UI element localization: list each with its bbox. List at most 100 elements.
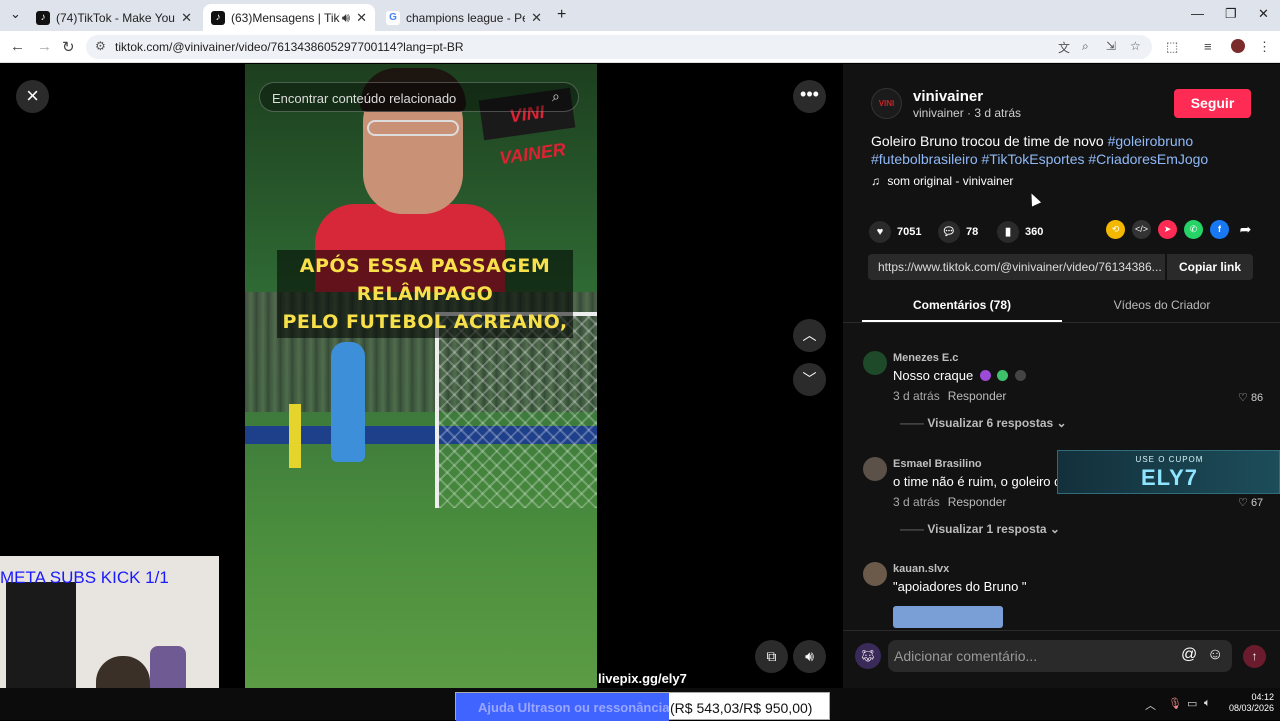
forward-icon[interactable]: →	[37, 38, 52, 55]
like-button[interactable]: ♥ 7051	[869, 221, 921, 243]
bookmark-star-icon[interactable]: ☆	[1130, 39, 1141, 53]
tab-comments[interactable]: Comentários (78)	[862, 291, 1062, 322]
share-icon[interactable]: ➦	[1236, 220, 1255, 239]
tab-creator-videos[interactable]: Vídeos do Criador	[1062, 291, 1262, 322]
emoji-icon[interactable]: ☺	[1207, 646, 1223, 664]
avatar[interactable]	[863, 457, 887, 481]
reply-button[interactable]: Responder	[948, 495, 1007, 509]
restore-icon[interactable]: ❐	[1225, 6, 1237, 22]
comment-sticker-image[interactable]	[893, 606, 1003, 628]
user-avatar[interactable]: 🐺︎	[855, 643, 881, 669]
close-tab-icon[interactable]: ✕	[356, 10, 367, 26]
author-name[interactable]: vinivainer	[913, 88, 983, 105]
send-comment-button[interactable]: ↑	[1243, 645, 1266, 668]
floating-player-icon[interactable]: ⧉	[755, 640, 788, 673]
video-player[interactable]: VINI VAINER APÓS ESSA PASSAGEM RELÂMPAGO…	[245, 64, 597, 688]
music-row[interactable]: ♫ som original - vinivainer	[871, 174, 1013, 188]
author-avatar[interactable]: VINI	[871, 88, 902, 119]
speaker-icon[interactable]: 🔈︎	[1204, 697, 1211, 710]
browser-tab-3[interactable]: G champions league - Pesquisa G ✕	[378, 4, 550, 31]
share-link-text: https://www.tiktok.com/@vinivainer/video…	[878, 260, 1162, 274]
site-info-icon[interactable]: ⚙	[95, 39, 106, 53]
chevron-down-icon: ⌄	[1049, 522, 1060, 536]
profile-avatar[interactable]	[1231, 39, 1245, 53]
url-text: tiktok.com/@vinivainer/video/76134386052…	[115, 40, 464, 54]
clock-date: 08/03/2026	[1228, 703, 1274, 713]
reply-button[interactable]: Responder	[948, 389, 1007, 403]
close-tab-icon[interactable]: ✕	[181, 10, 192, 26]
reload-icon[interactable]: ↻	[62, 38, 75, 56]
whatsapp-icon[interactable]: ✆	[1184, 220, 1203, 239]
tiktok-icon: ♪	[36, 10, 50, 25]
chevron-down-icon: ⌄	[1056, 416, 1067, 430]
back-icon[interactable]: ←	[10, 38, 25, 55]
tab-title: (74)TikTok - Make Your Day	[56, 10, 175, 25]
search-icon[interactable]: ⌕	[552, 88, 560, 105]
browser-tab-1[interactable]: ♪ (74)TikTok - Make Your Day ✕	[28, 4, 200, 31]
avatar[interactable]	[863, 562, 887, 586]
coupon-code: ELY7	[1140, 465, 1198, 490]
google-icon: G	[386, 10, 400, 25]
comment-text: o time não é ruim, o goleiro q	[893, 474, 1062, 489]
related-search-bar[interactable]: Encontrar conteúdo relacionado ⌕	[259, 82, 579, 112]
save-button[interactable]: ▮ 360	[997, 221, 1043, 243]
volume-icon[interactable]: 🔊︎	[793, 640, 826, 673]
browser-tab-2[interactable]: ♪ (63)Mensagens | TikTok 🔊︎ ✕	[203, 4, 375, 31]
copy-link-button[interactable]: Copiar link	[1167, 254, 1253, 280]
menu-icon[interactable]: ⋮	[1258, 39, 1271, 55]
more-options-icon[interactable]: •••	[793, 80, 826, 113]
comment-count: 78	[966, 226, 979, 238]
next-video-icon[interactable]: ﹀	[793, 363, 826, 396]
zoom-icon[interactable]: ⌕	[1082, 39, 1089, 54]
install-icon[interactable]: ⇲	[1106, 39, 1116, 53]
tab-search-icon[interactable]: ⌄	[10, 6, 21, 22]
view-replies-button[interactable]: —— Visualizar 6 respostas ⌄	[900, 416, 1067, 430]
post-description: Goleiro Bruno trocou de time de novo #go…	[871, 132, 1241, 168]
new-tab-icon[interactable]: +	[557, 6, 566, 24]
close-window-icon[interactable]: ✕	[1258, 6, 1269, 22]
facebook-icon[interactable]: f	[1210, 220, 1229, 239]
mention-icon[interactable]: @	[1181, 646, 1197, 664]
caption-line-2: PELO FUTEBOL ACREANO,	[282, 311, 568, 333]
microphone-icon[interactable]: 🎙︎	[1168, 697, 1182, 710]
monitor-icon[interactable]: ▭	[1187, 697, 1197, 710]
audio-icon[interactable]: 🔊︎	[342, 10, 350, 26]
comment-author[interactable]: kauan.slvx	[893, 563, 949, 575]
taskbar-clock[interactable]: 04:12 08/03/2026	[1222, 692, 1274, 714]
hashtag-link[interactable]: #TikTokEsportes	[982, 151, 1085, 167]
avatar[interactable]	[863, 351, 887, 375]
comment-author[interactable]: Menezes E.c	[893, 352, 958, 364]
comment-like[interactable]: ♡ 86	[1238, 391, 1263, 404]
repost-icon[interactable]: ⟲	[1106, 220, 1125, 239]
comment-author[interactable]: Esmael Brasilino	[893, 458, 982, 470]
donation-label: Ajuda Ultrason ou ressonância	[478, 700, 670, 715]
view-replies-button[interactable]: —— Visualizar 1 resposta ⌄	[900, 522, 1060, 536]
comment-icon: 💬︎	[938, 221, 960, 243]
follow-button[interactable]: Seguir	[1174, 89, 1251, 118]
url-field[interactable]: ⚙ tiktok.com/@vinivainer/video/761343860…	[86, 35, 1152, 59]
embed-icon[interactable]: </>	[1132, 220, 1151, 239]
media-control-icon[interactable]: ≡	[1204, 39, 1212, 54]
hashtag-link[interactable]: #futebolbrasileiro	[871, 151, 978, 167]
comment-like-count: 67	[1250, 497, 1264, 509]
author-subtitle: vinivainer · 3 d atrás	[913, 106, 1022, 120]
send-to-friends-icon[interactable]: ➤	[1158, 220, 1177, 239]
minimize-icon[interactable]: —	[1191, 6, 1204, 21]
comment-button[interactable]: 💬︎ 78	[938, 221, 978, 243]
comment-like[interactable]: ♡ 67	[1238, 496, 1263, 509]
video-caption: APÓS ESSA PASSAGEM RELÂMPAGO PELO FUTEBO…	[277, 250, 573, 338]
comment-like-count: 86	[1250, 392, 1264, 404]
tray-expand-icon[interactable]: ︿	[1145, 697, 1156, 713]
description-text: Goleiro Bruno trocou de time de novo	[871, 133, 1104, 149]
hashtag-link[interactable]: #CriadoresEmJogo	[1088, 151, 1208, 167]
related-search-text: Encontrar conteúdo relacionado	[272, 91, 457, 106]
close-tab-icon[interactable]: ✕	[531, 10, 542, 26]
comment-text: "apoiadores do Bruno "	[893, 579, 1027, 594]
previous-video-icon[interactable]: ︿	[793, 319, 826, 352]
hashtag-link[interactable]: #goleirobruno	[1108, 133, 1194, 149]
extensions-icon[interactable]: ⬚	[1166, 39, 1178, 55]
tab-divider	[843, 322, 1280, 323]
translate-icon[interactable]: 文	[1058, 39, 1070, 56]
share-link-field[interactable]: https://www.tiktok.com/@vinivainer/video…	[868, 254, 1165, 280]
close-icon[interactable]: ×	[16, 80, 49, 113]
